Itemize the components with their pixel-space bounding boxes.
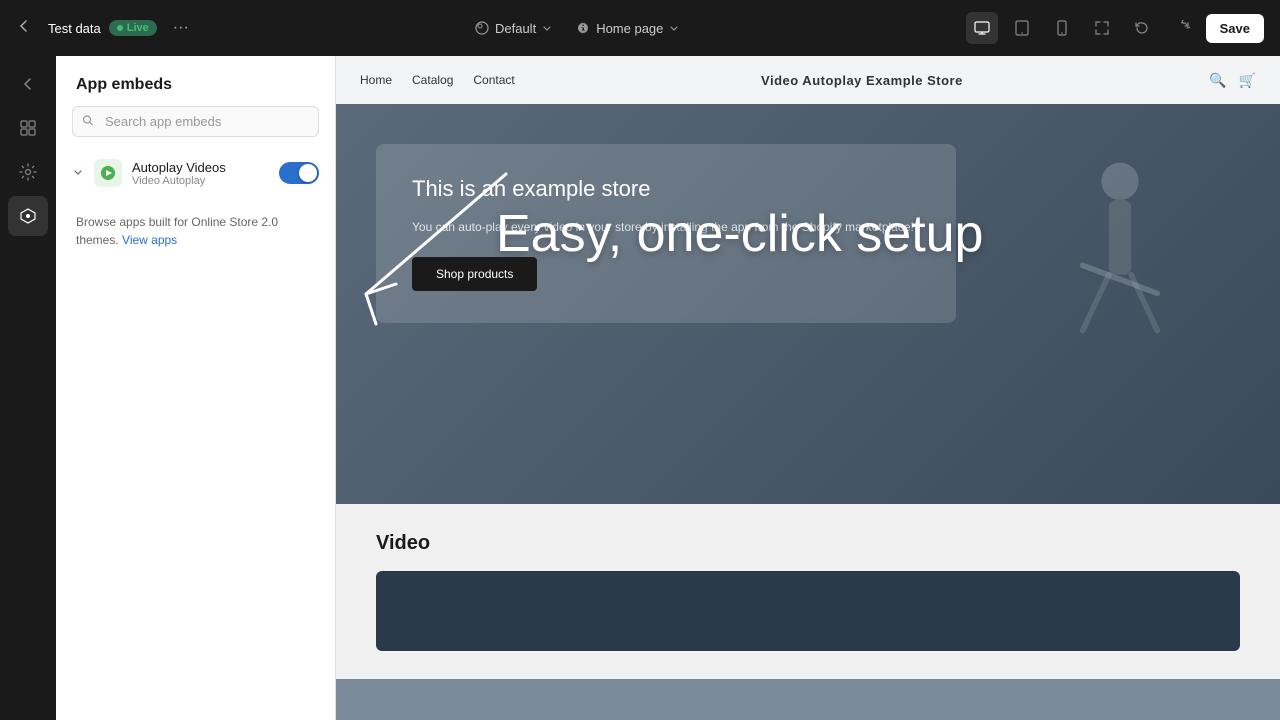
nav-contact: Contact [473,73,514,87]
tablet-view-button[interactable] [1006,12,1038,44]
redo-button[interactable] [1166,12,1198,44]
app-title: Autoplay Videos [132,160,269,175]
hero-card: This is an example store You can auto-pl… [376,144,956,323]
topbar-back-button[interactable] [16,18,32,39]
store-content: Home Catalog Contact Video Autoplay Exam… [336,56,1280,720]
app-subtitle: Video Autoplay [132,175,269,187]
topbar-center-controls: Default Home page [205,21,950,36]
store-cart-icon: 🛒 [1239,72,1256,89]
app-toggle[interactable] [279,162,319,184]
search-icon [82,114,94,129]
live-label: Live [127,22,149,34]
autoplay-videos-item[interactable]: Autoplay Videos Video Autoplay [56,149,335,197]
topbar-store-info: Test data Live [48,20,157,36]
main-content: App embeds [0,56,1280,720]
view-apps-link[interactable]: View apps [122,233,177,247]
hero-card-description: You can auto-play every video in your st… [412,218,920,237]
fullscreen-button[interactable] [1086,12,1118,44]
store-hero: This is an example store You can auto-pl… [336,104,1280,504]
live-badge: Live [109,20,157,36]
sidebar-nav-back[interactable] [8,64,48,104]
store-title: Video Autoplay Example Store [761,73,963,88]
topbar-right-controls: Save [966,12,1264,44]
store-navbar: Home Catalog Contact Video Autoplay Exam… [336,56,1280,104]
sidebar-apps-button[interactable] [8,196,48,236]
page-selector[interactable]: Home page [576,21,679,36]
store-nav-icons: 🔍 🛒 [1209,72,1256,89]
store-preview: Home Catalog Contact Video Autoplay Exam… [336,56,1280,720]
live-dot [117,25,123,31]
app-embeds-panel: App embeds [56,56,336,720]
store-nav-links: Home Catalog Contact [360,73,515,87]
more-options-button[interactable]: ··· [173,19,189,37]
default-selector[interactable]: Default [475,21,552,36]
chevron-down-icon [72,166,84,181]
app-item-info: Autoplay Videos Video Autoplay [132,160,269,187]
icon-sidebar [0,56,56,720]
topbar: Test data Live ··· Default Home page [0,0,1280,56]
store-search-icon: 🔍 [1209,72,1226,89]
hero-card-title: This is an example store [412,176,920,202]
app-icon [94,159,122,187]
video-thumbnail [376,571,1240,651]
video-section-title: Video [376,532,1240,555]
desktop-view-button[interactable] [966,12,998,44]
nav-catalog: Catalog [412,73,453,87]
hero-content: This is an example store You can auto-pl… [376,144,1240,323]
sidebar-settings-button[interactable] [8,152,48,192]
panel-title: App embeds [56,56,335,106]
nav-home: Home [360,73,392,87]
shop-products-button[interactable]: Shop products [412,257,537,291]
sidebar-sections-button[interactable] [8,108,48,148]
default-label: Default [495,21,536,36]
panel-footer: Browse apps built for Online Store 2.0 t… [56,197,335,265]
store-video-section: Video [336,504,1280,679]
page-label: Home page [596,21,663,36]
search-input[interactable] [72,106,319,137]
store-name-label: Test data [48,21,101,36]
save-button[interactable]: Save [1206,14,1264,43]
undo-button[interactable] [1126,12,1158,44]
mobile-view-button[interactable] [1046,12,1078,44]
search-container [72,106,319,137]
